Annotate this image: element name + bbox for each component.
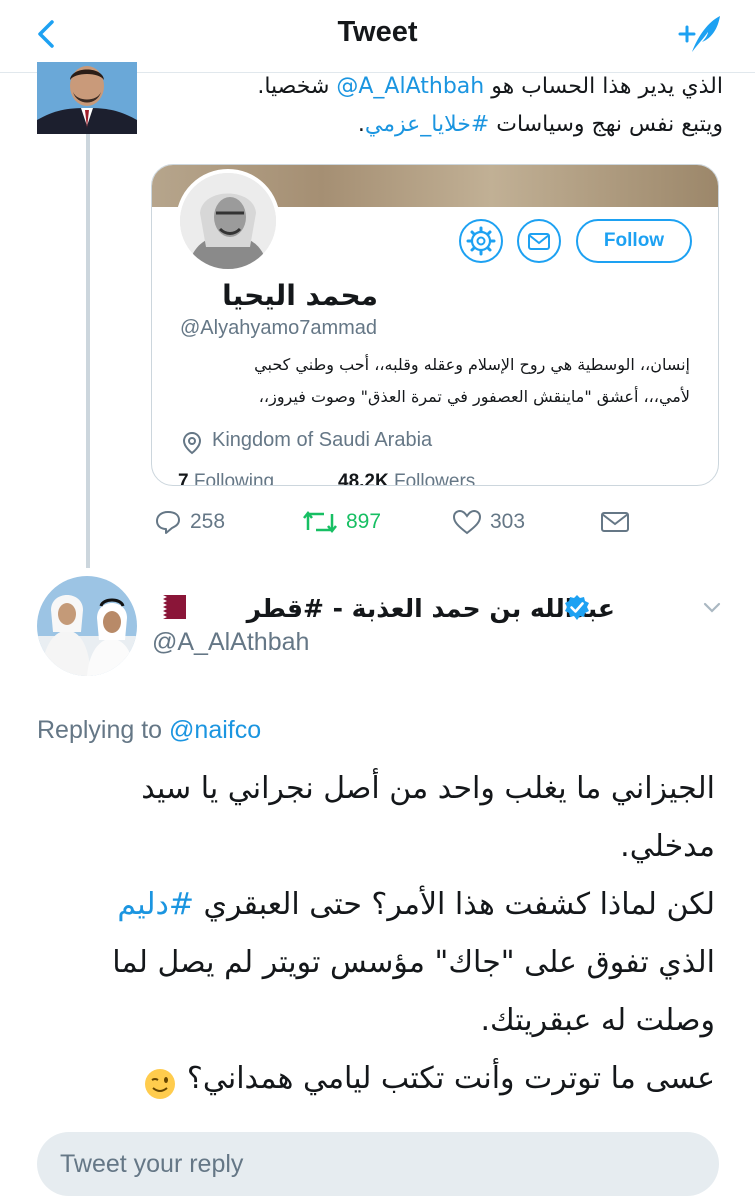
like-count: 303 <box>490 510 526 533</box>
page-title: Tweet <box>337 16 418 48</box>
qatar-flag-icon <box>152 595 186 619</box>
retweet-icon <box>303 510 337 534</box>
parent-tweet-text: الذي يدير هذا الحساب هو @A_AlAthbah شخصي… <box>163 68 723 144</box>
avatar[interactable] <box>37 62 137 134</box>
replying-to-link[interactable]: @naifco <box>169 716 261 744</box>
follow-button[interactable]: Follow <box>576 219 692 263</box>
replying-to: Replying to @naifco <box>37 716 261 745</box>
retweet-count: 897 <box>346 510 382 533</box>
tweet-text-line: الجيزاني ما يغلب واحد من أصل نجراني يا س… <box>141 771 715 806</box>
chevron-down-icon[interactable] <box>702 600 722 616</box>
followers-label: Followers <box>393 471 476 486</box>
tweet-text-segment: عسى ما توترت وأنت تكتب ليامي همداني؟ <box>186 1061 715 1096</box>
following-label: Following <box>193 471 275 486</box>
reply-placeholder: Tweet your reply <box>60 1150 244 1178</box>
winking-face-emoji-icon <box>143 1063 177 1099</box>
followers-stat[interactable]: 48.2K Followers <box>338 471 476 486</box>
tweet-text-line: الذي تفوق على "جاك" مؤسس تويتر لم يصل لم… <box>112 945 715 980</box>
tweet-text-line: عسى ما توترت وأنت تكتب ليامي همداني؟ <box>35 1050 715 1108</box>
location-pin-icon <box>182 431 202 455</box>
hashtag-link[interactable]: #دليم <box>117 887 194 922</box>
parent-text-segment: الذي يدير هذا الحساب هو <box>484 74 723 99</box>
parent-text-segment: ويتبع نفس نهج وسياسات <box>489 112 723 137</box>
profile-name: محمد اليحيا <box>222 279 378 312</box>
compose-tweet-icon <box>678 16 720 52</box>
tweet-text: الجيزاني ما يغلب واحد من أصل نجراني يا س… <box>35 760 715 1108</box>
replying-to-label: Replying to <box>37 716 170 744</box>
tweet-text-line: وصلت له عبقريتك. <box>480 1003 715 1038</box>
heart-icon <box>452 509 482 535</box>
profile-bio-line: لأمي،،، أعشق "ماينقش العصفور في تمرة الع… <box>258 387 690 406</box>
tweet-text-segment: لكن لماذا كشفت هذا الأمر؟ حتى العبقري <box>193 887 715 922</box>
message-button[interactable] <box>517 219 561 263</box>
embedded-profile-card[interactable]: Follow محمد اليحيا @Alyahyamo7ammad إنسا… <box>151 164 719 486</box>
like-action[interactable]: 303 <box>452 506 525 538</box>
reply-action[interactable]: 258 <box>154 506 225 538</box>
profile-card-avatar[interactable] <box>176 169 280 273</box>
profile-handle: @Alyahyamo7ammad <box>180 317 378 339</box>
retweet-action[interactable]: 897 <box>302 506 381 538</box>
compose-tweet-button[interactable] <box>672 12 724 56</box>
author-handle: @A_AlAthbah <box>152 628 310 656</box>
author-name[interactable]: عبدالله بن حمد العذبة - #قطر <box>247 594 615 623</box>
reply-icon <box>156 511 180 534</box>
mention-link[interactable]: @A_AlAthbah <box>336 74 484 99</box>
profile-location: Kingdom of Saudi Arabia <box>212 429 433 451</box>
thread-connector-line <box>86 128 90 568</box>
share-via-dm-action[interactable] <box>600 506 638 538</box>
reply-count: 258 <box>190 510 226 533</box>
avatar[interactable] <box>37 576 137 676</box>
parent-text-segment: شخصيا. <box>257 74 337 99</box>
parent-text-segment: . <box>357 112 365 137</box>
gear-icon <box>466 226 496 256</box>
profile-bio-line: إنسان،، الوسطية هي روح الإسلام وعقله وقل… <box>254 355 690 374</box>
settings-button[interactable] <box>459 219 503 263</box>
profile-bio: إنسان،، الوسطية هي روح الإسلام وعقله وقل… <box>170 349 690 413</box>
envelope-icon <box>601 512 629 532</box>
verified-badge-icon <box>563 594 591 622</box>
tweet-text-line: مدخلي. <box>620 829 715 864</box>
envelope-icon <box>528 233 550 250</box>
following-stat[interactable]: 7 Following <box>178 471 275 486</box>
tweet-text-line: لكن لماذا كشفت هذا الأمر؟ حتى العبقري #د… <box>35 876 715 934</box>
following-count: 7 <box>178 471 189 486</box>
hashtag-link[interactable]: #خلايا_عزمي <box>365 112 489 137</box>
followers-count: 48.2K <box>338 471 389 486</box>
